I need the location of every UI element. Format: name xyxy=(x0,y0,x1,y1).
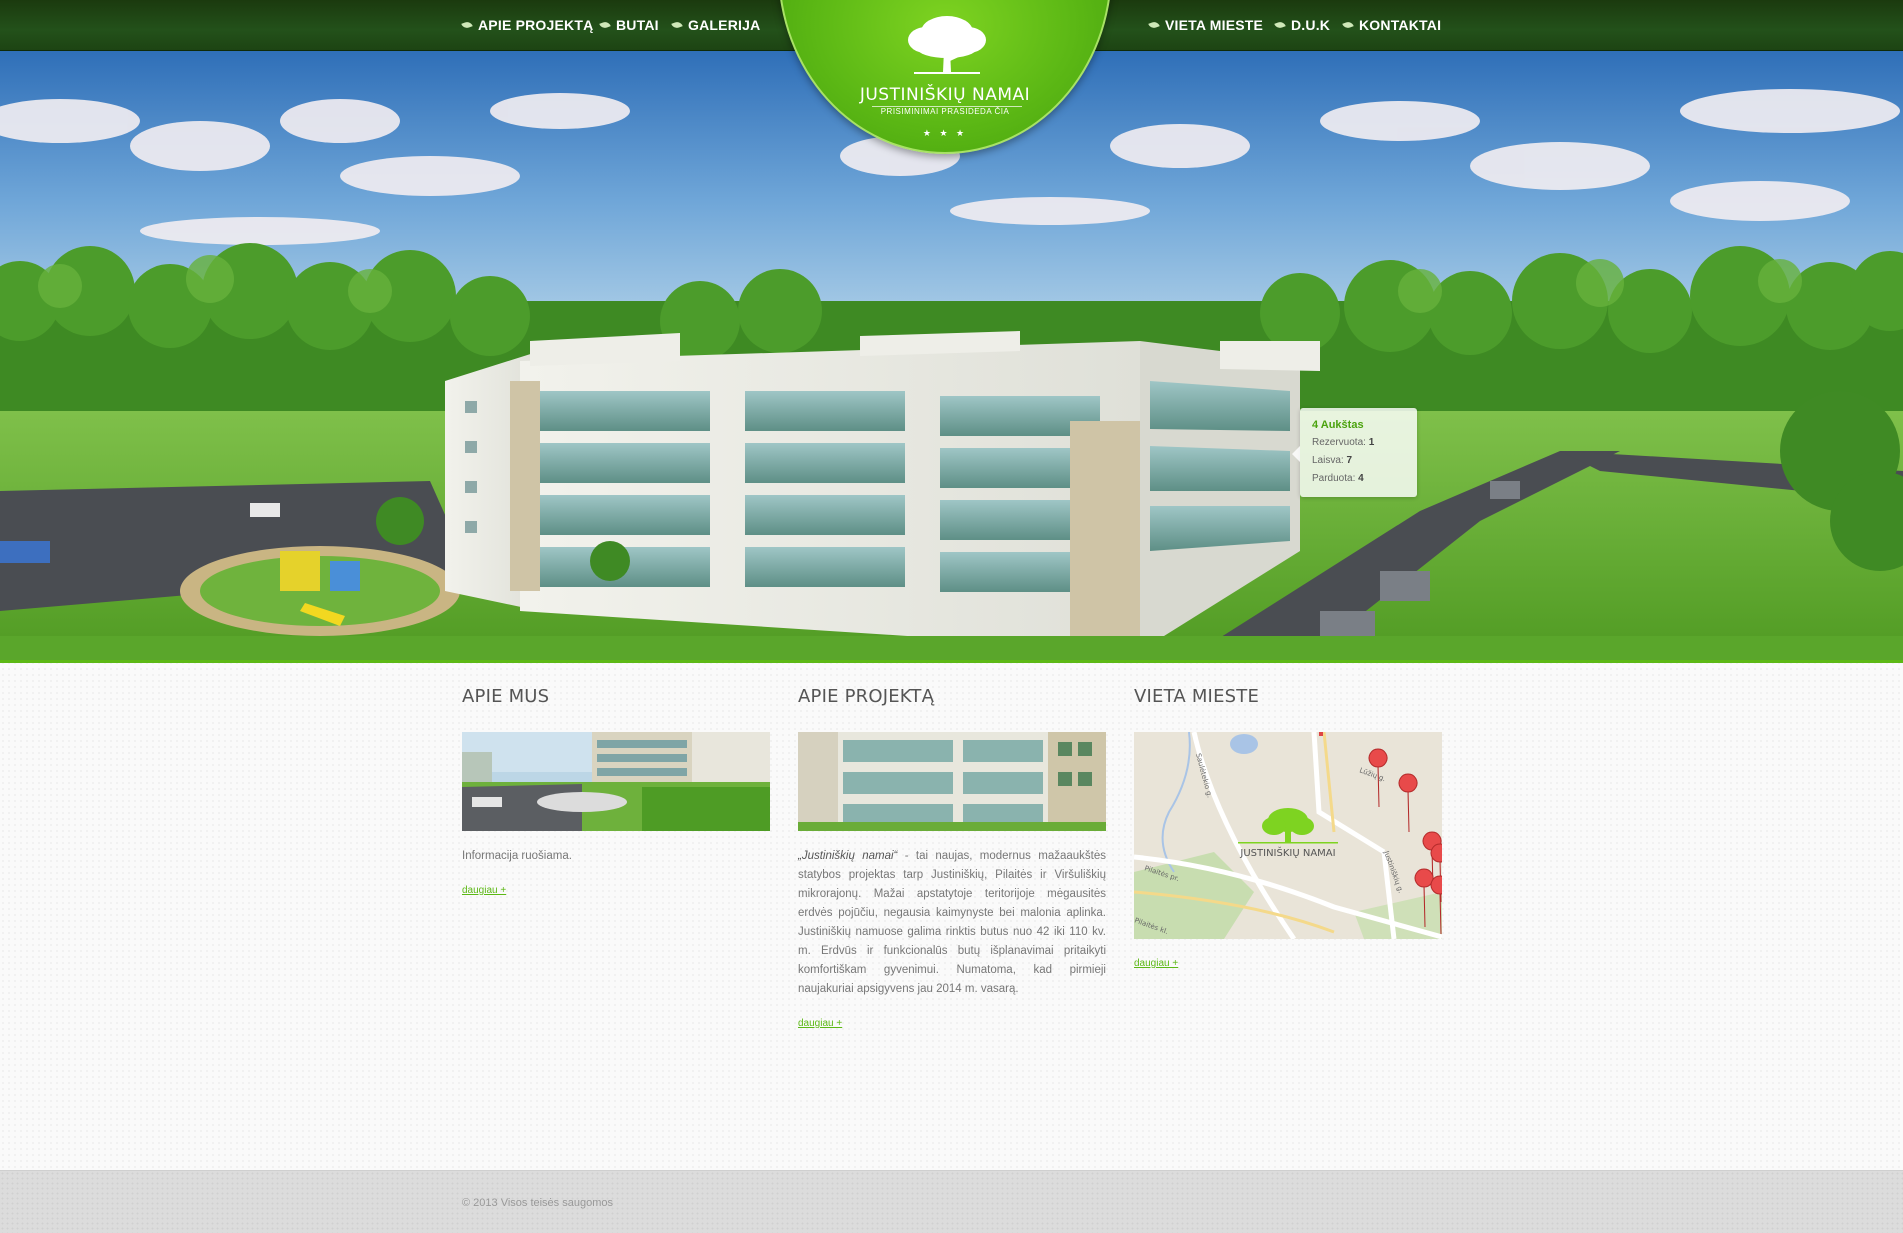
nav-item-butai[interactable]: BUTAI xyxy=(599,14,659,36)
free-row: Laisva: 7 xyxy=(1312,452,1405,470)
floor-title: 4 Aukštas xyxy=(1312,419,1364,431)
nav-item-galerija[interactable]: GALERIJA xyxy=(671,14,761,36)
section-text: „Justiniškių namai“ - tai naujas, modern… xyxy=(798,847,1106,999)
copyright-text: © 2013 Visos teisės saugomos xyxy=(462,1197,613,1209)
location-map[interactable]: Saulėtekio g. Lūžių g. Pilaitės pr. Just… xyxy=(1134,732,1442,939)
map-logo-text: JUSTINIŠKIŲ NAMAI xyxy=(1239,846,1335,859)
reserved-label: Rezervuota: xyxy=(1312,437,1366,448)
more-link[interactable]: daugiau + xyxy=(1134,958,1178,969)
logo-subtitle: PRISIMINIMAI PRASIDEDA ČIA xyxy=(880,107,1010,116)
nav-label: KONTAKTAI xyxy=(1359,17,1442,33)
nav-item-kontaktai[interactable]: KONTAKTAI xyxy=(1342,14,1442,36)
nav-label: BUTAI xyxy=(616,17,659,33)
tree-icon xyxy=(908,16,986,74)
apie-mus-image[interactable] xyxy=(462,732,770,831)
more-link[interactable]: daugiau + xyxy=(462,885,506,896)
sold-label: Parduota: xyxy=(1312,473,1356,484)
sold-row: Parduota: 4 xyxy=(1312,470,1405,488)
project-name: „Justiniškių namai“ xyxy=(798,850,898,862)
logo-title: JUSTINIŠKIŲ NAMAI xyxy=(859,85,1031,105)
star-icon: ★ ★ ★ xyxy=(922,128,968,138)
column-vieta-mieste: VIETA MIESTE Saulėtekio g. Lūžių g. Pila… xyxy=(1134,686,1442,971)
column-apie-mus: APIE MUS Informacija ruošiama. daugiau + xyxy=(462,686,770,898)
nav-label: D.U.K xyxy=(1291,17,1331,33)
section-text: Informacija ruošiama. xyxy=(462,850,572,862)
nav-label: APIE PROJEKTĄ xyxy=(478,17,594,33)
footer: © 2013 Visos teisės saugomos xyxy=(0,1170,1903,1233)
reserved-row: Rezervuota: 1 xyxy=(1312,434,1405,452)
nav-label: GALERIJA xyxy=(688,17,761,33)
leaf-icon xyxy=(671,20,683,30)
sold-count: 4 xyxy=(1358,473,1364,484)
section-title: VIETA MIESTE xyxy=(1134,686,1260,707)
reserved-count: 1 xyxy=(1368,437,1375,448)
nav-item-vieta-mieste[interactable]: VIETA MIESTE xyxy=(1148,14,1264,36)
nav-label: VIETA MIESTE xyxy=(1165,17,1264,33)
nav-item-duk[interactable]: D.U.K xyxy=(1274,14,1331,36)
nav-item-apie-projekta[interactable]: APIE PROJEKTĄ xyxy=(461,14,594,36)
leaf-icon xyxy=(599,20,611,30)
apie-projekta-image[interactable] xyxy=(798,732,1106,831)
leaf-icon xyxy=(461,20,473,30)
leaf-icon xyxy=(1148,20,1160,30)
free-count: 7 xyxy=(1346,455,1353,466)
leaf-icon xyxy=(1342,20,1354,30)
project-description: - tai naujas, modernus mažaaukštės staty… xyxy=(798,850,1106,995)
site-logo[interactable]: JUSTINIŠKIŲ NAMAI PRISIMINIMAI PRASIDEDA… xyxy=(778,0,1112,154)
free-label: Laisva: xyxy=(1312,455,1344,466)
more-link[interactable]: daugiau + xyxy=(798,1018,842,1029)
section-title: APIE MUS xyxy=(462,686,550,707)
leaf-icon xyxy=(1274,20,1286,30)
section-title: APIE PROJEKTĄ xyxy=(798,686,935,707)
floor-info-tooltip: 4 Aukštas Rezervuota: 1 Laisva: 7 Parduo… xyxy=(1292,408,1417,497)
column-apie-projekta: APIE PROJEKTĄ „Justiniškių namai“ - tai … xyxy=(798,686,1106,1031)
